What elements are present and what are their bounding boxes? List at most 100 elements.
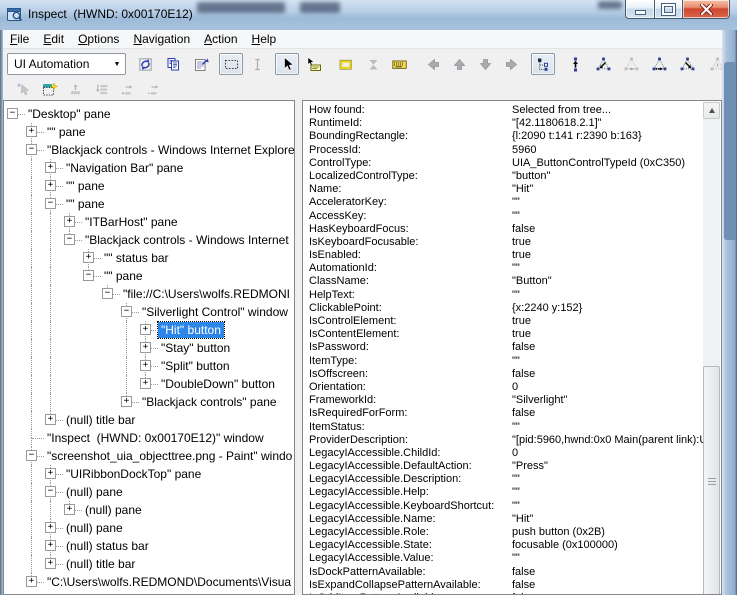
cursor-tracking-toggle[interactable]: [275, 53, 299, 75]
property-row[interactable]: HasKeyboardFocus:false: [305, 223, 703, 236]
property-row[interactable]: Orientation:0: [305, 381, 703, 394]
collapse-expander-icon[interactable]: −: [26, 144, 37, 155]
property-row[interactable]: LegacyIAccessible.ChildId:0: [305, 447, 703, 460]
nav-last-child-button[interactable]: [675, 53, 699, 75]
property-row[interactable]: LegacyIAccessible.DefaultAction:"Press": [305, 460, 703, 473]
expand-expander-icon[interactable]: +: [45, 468, 56, 479]
tree-row[interactable]: +"Split" button: [6, 357, 295, 375]
collapse-expander-icon[interactable]: −: [45, 486, 56, 497]
tree-row[interactable]: +"Stay" button: [6, 339, 295, 357]
tree-row[interactable]: +"UIRibbonDockTop" pane: [6, 465, 295, 483]
properties-button[interactable]: [189, 53, 213, 75]
tree-row[interactable]: −"Blackjack controls - Windows Internet: [6, 231, 295, 249]
property-row[interactable]: LegacyIAccessible.Help:"": [305, 486, 703, 499]
minimize-button[interactable]: [625, 0, 655, 19]
tree-row[interactable]: −"" pane: [6, 267, 295, 285]
expand-expander-icon[interactable]: +: [140, 360, 151, 371]
property-row[interactable]: Name:"Hit": [305, 183, 703, 196]
collapse-expander-icon[interactable]: −: [83, 270, 94, 281]
close-button[interactable]: [683, 0, 730, 19]
tree-row[interactable]: −(null) pane: [6, 483, 295, 501]
show-tooltip-button[interactable]: [301, 53, 325, 75]
expand-expander-icon[interactable]: +: [64, 504, 75, 515]
property-row[interactable]: IsPassword:false: [305, 341, 703, 354]
property-row[interactable]: LegacyIAccessible.Value:"": [305, 552, 703, 565]
show-keyboard-button[interactable]: [387, 53, 411, 75]
tree-row[interactable]: −"file://C:\Users\wolfs.REDMONI: [6, 285, 295, 303]
nav-first-child-button[interactable]: [591, 53, 615, 75]
property-row[interactable]: HelpText:"": [305, 289, 703, 302]
property-row[interactable]: AcceleratorKey:"": [305, 196, 703, 209]
property-row[interactable]: LegacyIAccessible.Description:"": [305, 473, 703, 486]
tree-row[interactable]: +"Navigation Bar" pane: [6, 159, 295, 177]
tree-row[interactable]: +(null) status bar: [6, 537, 295, 555]
expand-expander-icon[interactable]: +: [26, 576, 37, 587]
expand-expander-icon[interactable]: +: [140, 378, 151, 389]
collapse-expander-icon[interactable]: −: [102, 288, 113, 299]
copy-button[interactable]: [161, 53, 185, 75]
menu-navigation[interactable]: Navigation: [126, 31, 197, 47]
property-row[interactable]: ProviderDescription:"[pid:5960,hwnd:0x0 …: [305, 434, 703, 447]
expand-expander-icon[interactable]: +: [45, 540, 56, 551]
collapse-expander-icon[interactable]: −: [45, 198, 56, 209]
mode-combobox[interactable]: UI Automation ▼: [7, 53, 126, 75]
property-row[interactable]: IsOffscreen:false: [305, 368, 703, 381]
property-row[interactable]: LocalizedControlType:"button": [305, 170, 703, 183]
tree-row[interactable]: +"" pane: [6, 177, 295, 195]
tree-row[interactable]: +"" status bar: [6, 249, 295, 267]
expand-expander-icon[interactable]: +: [45, 522, 56, 533]
tree-row[interactable]: +(null) title bar: [6, 411, 295, 429]
property-row[interactable]: ItemType:"": [305, 355, 703, 368]
tree-row[interactable]: +"Blackjack controls" pane: [6, 393, 295, 411]
menu-help[interactable]: Help: [245, 31, 284, 47]
property-row[interactable]: IsRequiredForForm:false: [305, 407, 703, 420]
property-row[interactable]: IsEnabled:true: [305, 249, 703, 262]
collapse-expander-icon[interactable]: −: [121, 306, 132, 317]
vertical-scrollbar[interactable]: [703, 102, 720, 594]
nav-parent-button[interactable]: [563, 53, 587, 75]
nav-next-sibling-button[interactable]: [647, 53, 671, 75]
tree-row[interactable]: +"ITBarHost" pane: [6, 213, 295, 231]
expand-expander-icon[interactable]: +: [83, 252, 94, 263]
expand-expander-icon[interactable]: +: [45, 162, 56, 173]
tree-view-toggle[interactable]: [531, 53, 555, 75]
property-row[interactable]: ClassName:"Button": [305, 275, 703, 288]
property-row[interactable]: ClickablePoint:{x:2240 y:152}: [305, 302, 703, 315]
property-row[interactable]: ProcessId:5960: [305, 144, 703, 157]
property-row[interactable]: LegacyIAccessible.State:focusable (0x100…: [305, 539, 703, 552]
property-row[interactable]: LegacyIAccessible.Role:push button (0x2B…: [305, 526, 703, 539]
property-row[interactable]: FrameworkId:"Silverlight": [305, 394, 703, 407]
show-highlight-rectangle-button[interactable]: [333, 53, 357, 75]
refresh-button[interactable]: [133, 53, 157, 75]
property-row[interactable]: IsContentElement:true: [305, 328, 703, 341]
menu-options[interactable]: Options: [71, 31, 126, 47]
tree-row[interactable]: −"Desktop" pane: [6, 105, 295, 123]
property-row[interactable]: ControlType:UIA_ButtonControlTypeId (0xC…: [305, 157, 703, 170]
maximize-button[interactable]: [655, 0, 683, 19]
property-row[interactable]: IsDockPatternAvailable:false: [305, 566, 703, 579]
tree-row[interactable]: +"Hit" button: [6, 321, 295, 339]
scrollbar-up-button[interactable]: [703, 102, 720, 119]
property-row[interactable]: IsKeyboardFocusable:true: [305, 236, 703, 249]
tree-row[interactable]: −"" pane: [6, 195, 295, 213]
tree-row[interactable]: +(null) title bar: [6, 555, 295, 573]
tree-row[interactable]: −"Blackjack controls - Windows Internet …: [6, 141, 295, 159]
tree-row[interactable]: +(null) pane: [6, 519, 295, 537]
property-row[interactable]: AutomationId:"": [305, 262, 703, 275]
titlebar[interactable]: Inspect (HWND: 0x00170E12): [0, 0, 737, 31]
expand-expander-icon[interactable]: +: [140, 324, 151, 335]
expand-expander-icon[interactable]: +: [45, 558, 56, 569]
property-row[interactable]: LegacyIAccessible.KeyboardShortcut:"": [305, 500, 703, 513]
focus-tracking-button[interactable]: [37, 78, 61, 100]
tree-row[interactable]: "Inspect (HWND: 0x00170E12)" window: [6, 429, 295, 447]
property-row[interactable]: RuntimeId:"[42.1180618.2.1]": [305, 117, 703, 130]
menu-edit[interactable]: Edit: [36, 31, 71, 47]
property-row[interactable]: IsControlElement:true: [305, 315, 703, 328]
chevron-down-icon[interactable]: ▼: [109, 61, 125, 68]
property-row[interactable]: IsExpandCollapsePatternAvailable:false: [305, 579, 703, 592]
property-row[interactable]: LegacyIAccessible.Name:"Hit": [305, 513, 703, 526]
property-row[interactable]: AccessKey:"": [305, 210, 703, 223]
menu-action[interactable]: Action: [197, 31, 244, 47]
tree-row[interactable]: +"" pane: [6, 123, 295, 141]
tree-row[interactable]: +"C:\Users\wolfs.REDMOND\Documents\Visua: [6, 573, 295, 591]
